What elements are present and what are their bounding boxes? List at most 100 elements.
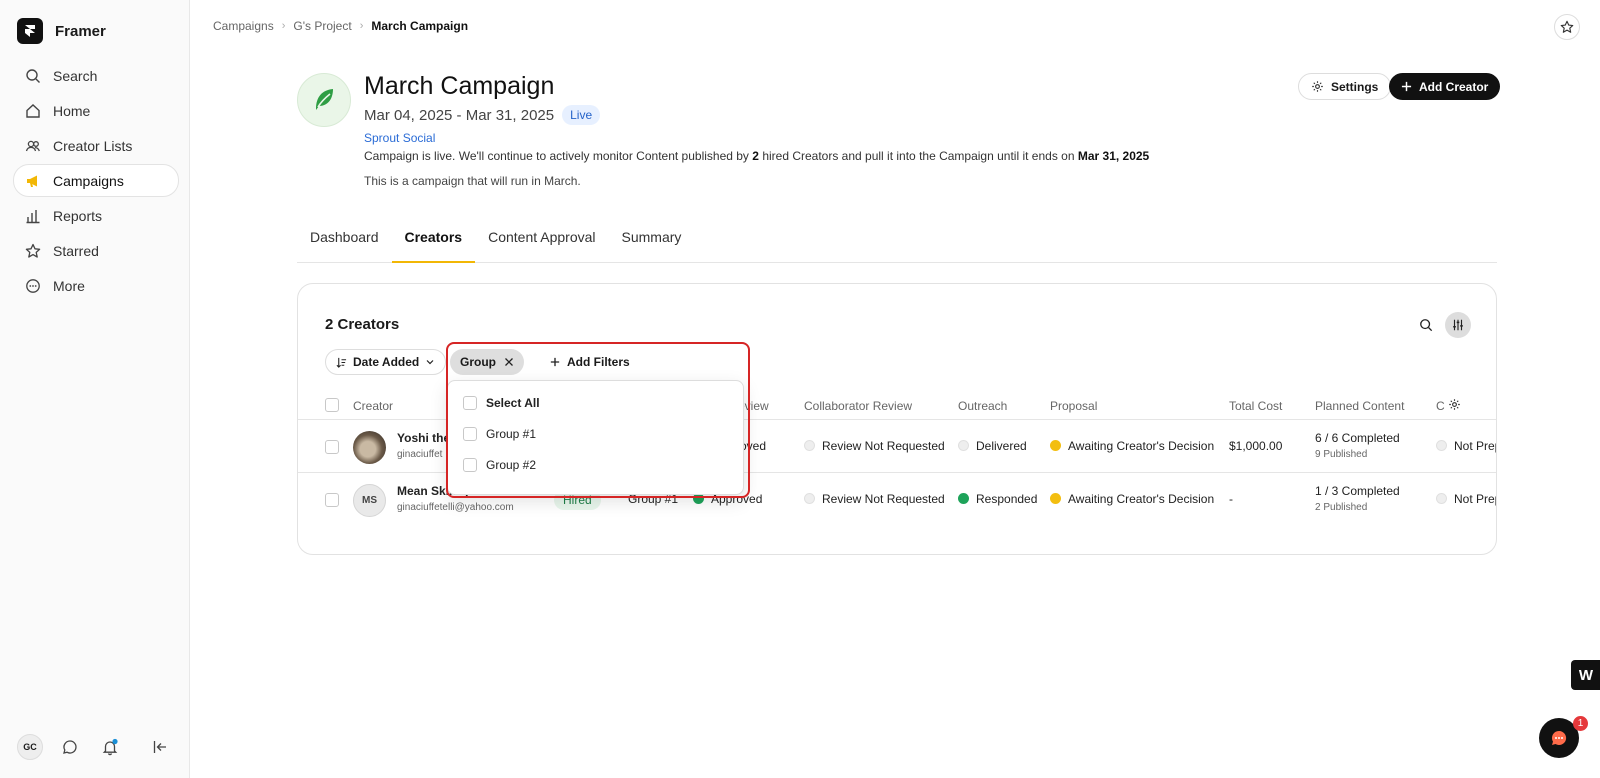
status-dot bbox=[958, 440, 969, 451]
outreach-status: Delivered bbox=[958, 439, 1027, 453]
status-badge: Live bbox=[562, 105, 601, 125]
sidebar-item-reports[interactable]: Reports bbox=[13, 199, 179, 232]
creator-avatar bbox=[353, 431, 386, 464]
row-checkbox[interactable] bbox=[325, 440, 339, 454]
row-checkbox[interactable] bbox=[325, 493, 339, 507]
column-header-outreach[interactable]: Outreach bbox=[958, 399, 1007, 413]
settings-button[interactable]: Settings bbox=[1298, 73, 1392, 100]
breadcrumb-item[interactable]: Campaigns bbox=[213, 19, 274, 33]
sidebar-item-campaigns[interactable]: Campaigns bbox=[13, 164, 179, 197]
table-search-button[interactable] bbox=[1415, 314, 1437, 336]
user-avatar[interactable]: GC bbox=[17, 734, 43, 760]
collaborator-review-status: Review Not Requested bbox=[804, 492, 945, 506]
campaign-tabs: Dashboard Creators Content Approval Summ… bbox=[297, 213, 1497, 263]
hired-count: 2 bbox=[752, 149, 759, 163]
breadcrumb-item[interactable]: G's Project bbox=[293, 19, 351, 33]
tab-content-approval[interactable]: Content Approval bbox=[475, 213, 608, 263]
page-title: March Campaign bbox=[364, 72, 555, 100]
chevron-down-icon bbox=[426, 360, 434, 365]
brand[interactable]: Framer bbox=[17, 18, 106, 44]
sort-dropdown[interactable]: Date Added bbox=[325, 349, 447, 375]
app-name: Framer bbox=[55, 22, 106, 40]
webflow-widget-button[interactable]: W bbox=[1571, 660, 1600, 690]
sidebar-item-label: Starred bbox=[53, 242, 99, 259]
creator-name[interactable]: Yoshi the bbox=[397, 431, 450, 445]
description-text: Campaign is live. We'll continue to acti… bbox=[364, 149, 749, 163]
total-cost: - bbox=[1229, 492, 1233, 506]
sort-label: Date Added bbox=[353, 355, 420, 369]
creator-email: ginaciuffet bbox=[397, 449, 443, 460]
sidebar-item-label: Search bbox=[53, 67, 98, 84]
campaign-dates: Mar 04, 2025 - Mar 31, 2025 Live bbox=[364, 105, 601, 125]
status-dot bbox=[1050, 440, 1061, 451]
select-all-checkbox[interactable] bbox=[325, 398, 339, 412]
megaphone-icon bbox=[27, 175, 37, 187]
sidebar-item-creator-lists[interactable]: Creator Lists bbox=[13, 129, 179, 162]
outreach-status: Responded bbox=[958, 492, 1037, 506]
status-dot bbox=[958, 493, 969, 504]
settings-label: Settings bbox=[1331, 79, 1379, 94]
last-column-status: Not Prep bbox=[1436, 492, 1496, 506]
planned-content: 1 / 3 Completed bbox=[1315, 484, 1400, 498]
status-dot bbox=[804, 493, 815, 504]
column-header-proposal[interactable]: Proposal bbox=[1050, 399, 1097, 413]
star-icon bbox=[1560, 20, 1574, 33]
campaign-date-range: Mar 04, 2025 - Mar 31, 2025 bbox=[364, 106, 555, 124]
gear-icon bbox=[1312, 81, 1323, 92]
chat-icon bbox=[1552, 730, 1567, 745]
tab-dashboard[interactable]: Dashboard bbox=[297, 213, 392, 263]
tab-summary[interactable]: Summary bbox=[609, 213, 695, 263]
plus-icon bbox=[1401, 81, 1412, 92]
tab-creators[interactable]: Creators bbox=[391, 213, 476, 263]
sidebar-item-more[interactable]: More bbox=[13, 269, 179, 302]
sidebar-item-label: Home bbox=[53, 102, 91, 119]
home-icon bbox=[26, 103, 40, 118]
status-text: Delivered bbox=[976, 439, 1027, 453]
sidebar-item-label: Creator Lists bbox=[53, 137, 133, 154]
sidebar-item-search[interactable]: Search bbox=[13, 59, 179, 92]
add-creator-label: Add Creator bbox=[1419, 79, 1489, 94]
status-text: Not Prep bbox=[1454, 439, 1497, 453]
planned-content: 6 / 6 Completed bbox=[1315, 431, 1400, 445]
status-text: Review Not Requested bbox=[822, 492, 945, 506]
column-header-creator[interactable]: Creator bbox=[353, 399, 393, 413]
sidebar: Framer Search Home Creator Lists Campaig… bbox=[0, 0, 190, 778]
status-text: Review Not Requested bbox=[822, 439, 945, 453]
chat-bubble-icon[interactable] bbox=[61, 738, 79, 756]
creators-count: 2 Creators bbox=[325, 316, 400, 333]
sliders-icon bbox=[1453, 319, 1463, 331]
column-header-planned-content[interactable]: Planned Content bbox=[1315, 399, 1404, 413]
published-count: 9 Published bbox=[1315, 449, 1368, 460]
users-icon bbox=[25, 140, 40, 151]
status-text: Awaiting Creator's Decision bbox=[1068, 492, 1215, 506]
column-header-total-cost[interactable]: Total Cost bbox=[1229, 399, 1282, 413]
campaign-brand-logo bbox=[297, 73, 351, 127]
sidebar-item-starred[interactable]: Starred bbox=[13, 234, 179, 267]
notification-count-badge: 1 bbox=[1573, 716, 1588, 731]
campaign-description: Campaign is live. We'll continue to acti… bbox=[364, 149, 1149, 163]
bell-icon[interactable] bbox=[101, 738, 119, 756]
column-settings-button[interactable] bbox=[1445, 312, 1471, 338]
favorite-button[interactable] bbox=[1554, 14, 1580, 40]
gear-icon[interactable] bbox=[1448, 398, 1461, 411]
collapse-sidebar-icon[interactable] bbox=[151, 738, 169, 756]
sort-icon bbox=[336, 357, 347, 368]
campaign-brand-link[interactable]: Sprout Social bbox=[364, 131, 435, 145]
sidebar-item-label: Reports bbox=[53, 207, 103, 224]
last-column-status: Not Prep bbox=[1436, 439, 1497, 453]
column-header-c[interactable]: C bbox=[1436, 399, 1445, 413]
sidebar-item-label: More bbox=[53, 277, 85, 294]
sidebar-footer: GC bbox=[17, 734, 177, 760]
sprout-leaf-icon bbox=[316, 89, 333, 110]
proposal-status: Awaiting Creator's Decision bbox=[1050, 492, 1214, 506]
column-header-collaborator-review[interactable]: Collaborator Review bbox=[804, 399, 912, 413]
add-creator-button[interactable]: Add Creator bbox=[1389, 73, 1501, 100]
chevron-right-icon: › bbox=[359, 20, 364, 32]
description-text: hired Creators and pull it into the Camp… bbox=[762, 149, 1075, 163]
sidebar-item-home[interactable]: Home bbox=[13, 94, 179, 127]
status-dot bbox=[1436, 440, 1447, 451]
bar-chart-icon bbox=[26, 209, 40, 223]
breadcrumb-current: March Campaign bbox=[371, 19, 469, 33]
status-dot bbox=[1050, 493, 1061, 504]
search-icon bbox=[26, 68, 40, 83]
